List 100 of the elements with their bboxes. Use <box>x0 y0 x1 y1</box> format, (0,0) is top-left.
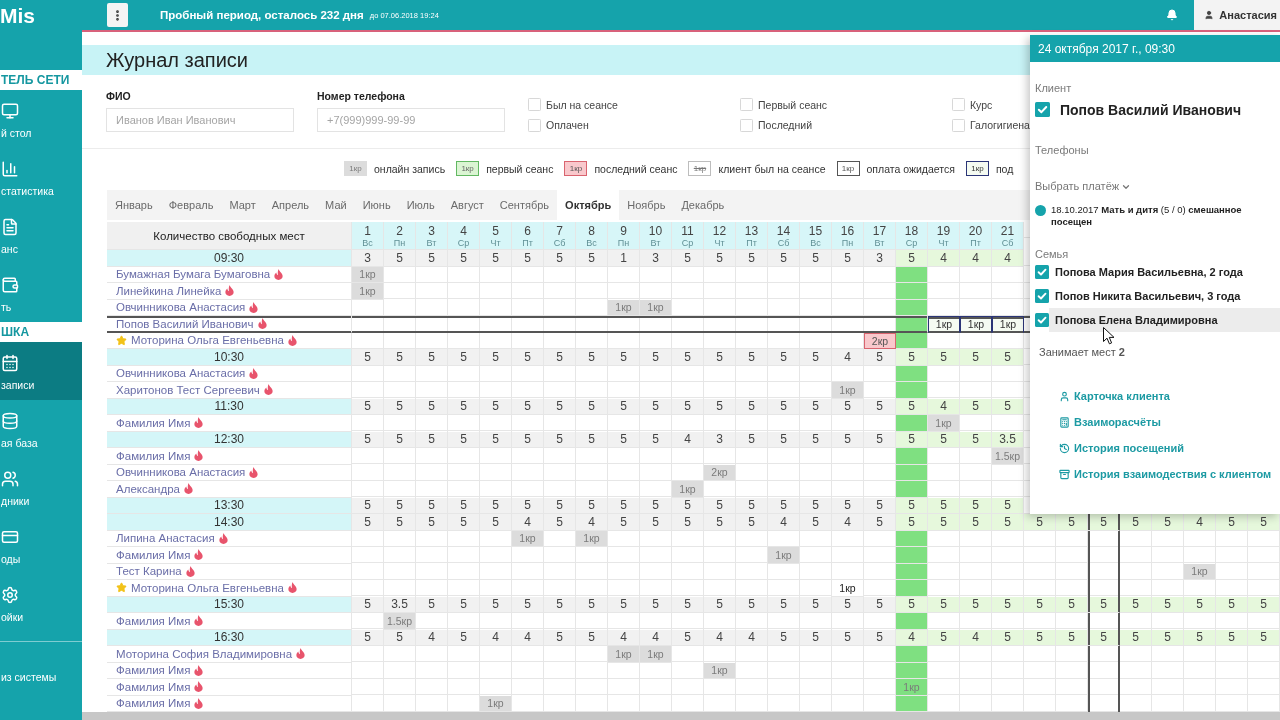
client-name[interactable]: Фамилия Имя <box>116 680 191 693</box>
client-name[interactable]: Харитонов Тест Сергеевич <box>116 383 260 396</box>
input-field[interactable]: Иванов Иван Иванович <box>106 108 294 132</box>
table-cell: 5 <box>416 431 448 448</box>
client-name[interactable]: Моторина София Владимировна <box>116 647 293 660</box>
booking-cell[interactable]: 1кр <box>832 382 864 399</box>
input-field[interactable]: +7(999)999-99-99 <box>317 108 505 132</box>
month-tab[interactable]: Июнь <box>354 190 399 220</box>
checkbox[interactable] <box>740 118 753 132</box>
booking-cell[interactable]: 1кр <box>352 283 384 300</box>
client-name[interactable]: Фамилия Имя <box>116 697 191 710</box>
checkbox[interactable] <box>1035 102 1050 117</box>
booking-cell[interactable]: 2кр <box>704 464 736 481</box>
history-icon <box>1059 442 1070 454</box>
family-member[interactable]: Попова Елена Владимировна <box>1049 308 1280 332</box>
client-name[interactable]: Попов Василий Иванович <box>116 317 254 330</box>
month-tab[interactable]: Апрель <box>263 190 318 220</box>
month-tab[interactable]: Август <box>442 190 492 220</box>
weekday-label: Чт <box>938 237 949 248</box>
client-name[interactable]: Моторина Ольга Евгеньевна <box>131 581 284 594</box>
client-name[interactable]: Линейкина Линейка <box>116 284 222 297</box>
booking-cell[interactable]: 1кр <box>704 662 736 679</box>
table-cell: 5 <box>672 250 704 267</box>
table-cell: 5 <box>448 596 480 613</box>
booking-cell[interactable]: 1кр <box>608 646 640 663</box>
booking-cell[interactable]: 1кр <box>928 316 960 333</box>
client-name[interactable]: Фамилия Имя <box>116 614 191 627</box>
month-tab[interactable]: Март <box>221 190 264 220</box>
table-cell: 4 <box>576 514 608 531</box>
month-tab[interactable]: Октябрь <box>557 190 620 220</box>
month-tab[interactable]: Ноябрь <box>619 190 674 220</box>
month-tab[interactable]: Декабрь <box>673 190 733 220</box>
booking-cell[interactable]: 1кр <box>960 316 992 333</box>
client-name[interactable]: Овчинникова Анастасия <box>116 301 246 314</box>
legend-sample: 1кр <box>836 161 860 176</box>
nav-item[interactable]: ая база <box>0 400 82 458</box>
action-link[interactable]: Взаиморасчёты <box>1059 416 1161 428</box>
month-tab[interactable]: Май <box>317 190 355 220</box>
nav-item[interactable]: анс <box>0 206 82 264</box>
booking-cell[interactable]: 1.5кр <box>384 613 416 630</box>
client-name[interactable]: Александра <box>116 482 180 495</box>
booking-cell[interactable]: 1.5кр <box>992 448 1024 465</box>
checkbox[interactable] <box>1035 265 1049 279</box>
day-number: 14 <box>776 223 791 238</box>
nav-item[interactable]: статистика <box>0 148 82 206</box>
client-name[interactable]: Тест Карина <box>116 565 182 578</box>
month-tab[interactable]: Январь <box>107 190 161 220</box>
checkbox[interactable] <box>740 98 753 112</box>
booking-cell[interactable]: 1кр <box>768 547 800 564</box>
booking-cell[interactable]: 1кр <box>480 695 512 712</box>
notifications-button[interactable] <box>1166 9 1179 21</box>
month-tab[interactable]: Сентябрь <box>491 190 558 220</box>
booking-cell[interactable]: 1кр <box>640 646 672 663</box>
nav-item[interactable]: оды <box>0 516 82 574</box>
horizontal-scrollbar[interactable] <box>82 712 1280 720</box>
booking-cell[interactable]: 1кр <box>928 415 960 432</box>
nav-item[interactable]: й стол <box>0 90 82 148</box>
client-name[interactable]: Овчинникова Анастасия <box>116 466 246 479</box>
client-name[interactable]: Овчинникова Анастасия <box>116 367 246 380</box>
client-name[interactable]: Бумажная Бумага Бумаговна <box>116 268 271 281</box>
client-name[interactable]: Фамилия Имя <box>116 416 191 429</box>
nav-item[interactable]: ть <box>0 264 82 322</box>
checkbox[interactable] <box>528 118 541 132</box>
booking-cell[interactable]: 1кр <box>1184 563 1216 580</box>
action-link[interactable]: История взаимодествия с клиентом <box>1059 468 1272 480</box>
nav-item[interactable]: из системы <box>0 671 57 684</box>
month-tab[interactable]: Февраль <box>160 190 222 220</box>
payment-option[interactable]: 18.10.2017 Мать и дитя (5 / 0) смешанное посещен <box>1051 204 1276 228</box>
family-member[interactable]: Попов Никита Васильевич, 3 года <box>1049 284 1280 308</box>
booking-cell[interactable]: 1кр <box>672 481 704 498</box>
nav-item[interactable]: записи <box>0 342 82 400</box>
nav-item[interactable]: ойки <box>0 574 82 632</box>
payment-dropdown[interactable]: Выбрать платёж <box>1035 180 1132 193</box>
day-number: 7 <box>556 223 563 238</box>
booking-cell[interactable]: 2кр <box>864 332 896 349</box>
column-header: Количество свободных мест <box>107 222 352 250</box>
booking-cell[interactable]: 1кр <box>640 299 672 316</box>
client-name[interactable]: Липина Анастасия <box>116 532 215 545</box>
table-cell: 5 <box>544 514 576 531</box>
menu-button[interactable] <box>107 3 128 27</box>
table-cell: 5 <box>960 497 992 514</box>
checkbox[interactable] <box>952 98 965 112</box>
client-name[interactable]: Моторина Ольга Евгеньевна <box>131 334 284 347</box>
action-link[interactable]: Карточка клиента <box>1059 390 1170 402</box>
booking-cell[interactable]: 1кр <box>896 679 928 696</box>
user-menu-button[interactable]: Анастасия <box>1194 0 1280 30</box>
booking-cell[interactable]: 1кр <box>608 299 640 316</box>
legend-label: под <box>995 162 1014 175</box>
month-tab[interactable]: Июль <box>398 190 443 220</box>
action-link[interactable]: История посещений <box>1059 442 1184 454</box>
client-name[interactable]: Фамилия Имя <box>116 548 191 561</box>
checkbox[interactable] <box>952 118 965 132</box>
checkbox[interactable] <box>1035 313 1049 327</box>
client-name[interactable]: Фамилия Имя <box>116 664 191 677</box>
booking-cell[interactable]: 1кр <box>992 316 1024 333</box>
client-name[interactable]: Фамилия Имя <box>116 449 191 462</box>
nav-item[interactable]: дники <box>0 458 82 516</box>
checkbox[interactable] <box>528 98 541 112</box>
family-member[interactable]: Попова Мария Васильевна, 2 года <box>1049 260 1280 284</box>
checkbox[interactable] <box>1035 289 1049 303</box>
